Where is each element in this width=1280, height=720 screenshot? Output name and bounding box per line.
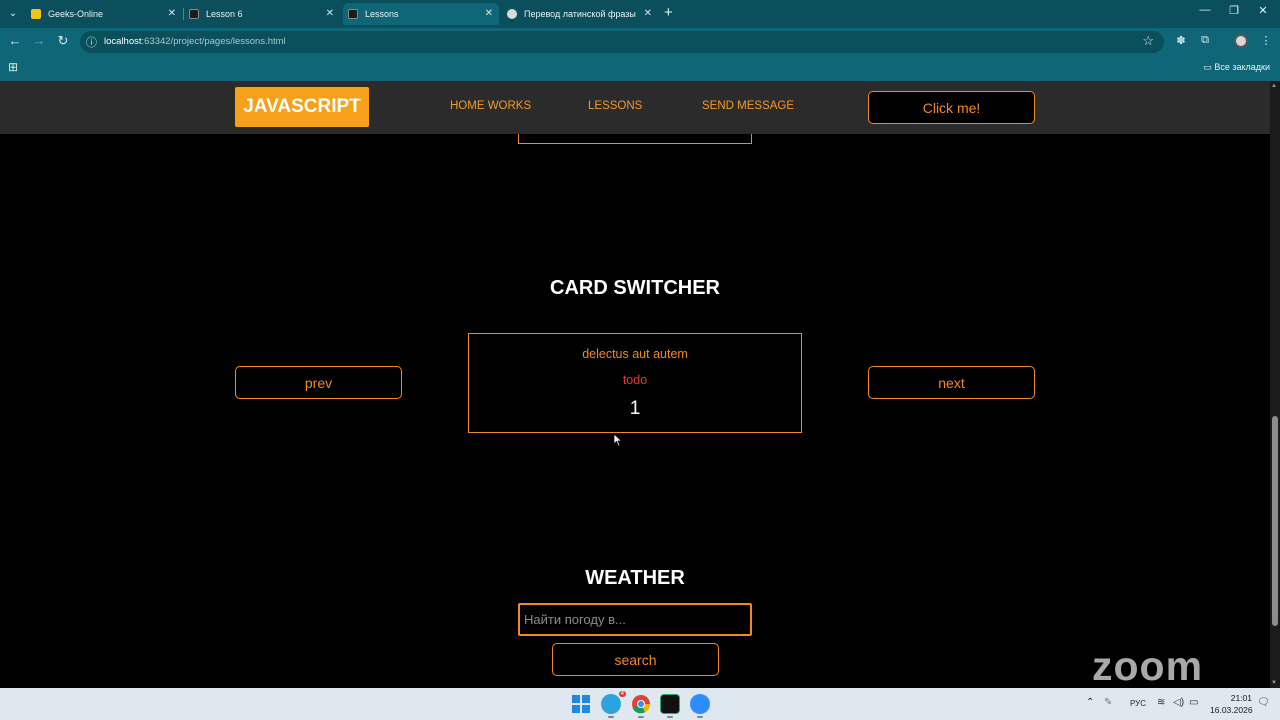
running-indicator — [667, 716, 673, 718]
zoom-app-icon[interactable] — [690, 694, 710, 714]
language-indicator[interactable]: РУС — [1130, 699, 1146, 708]
all-bookmarks-button[interactable]: ▭ Все закладки — [1203, 62, 1270, 73]
previous-section-box — [518, 134, 752, 144]
site-info-icon[interactable]: ⓘ — [86, 34, 97, 50]
all-bookmarks-label: Все закладки — [1214, 62, 1270, 72]
page-viewport: JAVASCRIPT HOME WORKS LESSONS SEND MESSA… — [0, 81, 1270, 688]
clock-time: 21:01 — [1230, 693, 1252, 703]
weather-title: WEATHER — [585, 567, 685, 589]
scroll-down-icon[interactable]: ▼ — [1271, 680, 1277, 686]
system-clock[interactable]: 21:01 16.03.2026 — [1210, 692, 1253, 716]
webstorm-favicon-icon — [348, 9, 358, 19]
running-indicator — [608, 716, 614, 718]
telegram-icon[interactable]: 4 — [601, 691, 626, 714]
close-window-icon[interactable]: ✕ — [1248, 4, 1278, 17]
menu-kebab-icon[interactable]: ⋮ — [1258, 34, 1274, 47]
zoom-watermark: zoom — [1092, 643, 1204, 688]
windows-taskbar: 4 ⌃ ✎ РУС ≋ ◁) ▭ 21:01 16.03.2026 🗨 — [0, 688, 1280, 720]
site-header: JAVASCRIPT HOME WORKS LESSONS SEND MESSA… — [0, 81, 1270, 134]
url-text: localhost:63342/project/pages/lessons.ht… — [104, 36, 286, 47]
close-icon[interactable]: ✕ — [168, 3, 176, 25]
reload-icon[interactable]: ↻ — [54, 33, 72, 49]
back-icon[interactable]: ← — [6, 33, 24, 48]
click-me-button[interactable]: Click me! — [868, 91, 1035, 124]
site-logo[interactable]: JAVASCRIPT — [235, 87, 369, 127]
browser-chrome: ⌄ Geeks-Online ✕ Lesson 6 ✕ Lessons ✕ Пе… — [0, 0, 1280, 81]
apps-grid-icon[interactable]: ⊞ — [8, 60, 18, 74]
forward-icon[interactable]: → — [30, 33, 48, 48]
webstorm-favicon-icon — [189, 9, 199, 19]
weather-search-input[interactable] — [518, 603, 752, 636]
scrollbar-thumb[interactable] — [1272, 416, 1278, 626]
tab-translate[interactable]: Перевод латинской фразы ✕ — [502, 3, 658, 25]
tab-strip: ⌄ Geeks-Online ✕ Lesson 6 ✕ Lessons ✕ Пе… — [0, 0, 1280, 28]
windows-start-icon[interactable] — [571, 694, 591, 714]
card-title: delectus aut autem — [582, 347, 688, 361]
next-button[interactable]: next — [868, 366, 1035, 399]
profile-avatar[interactable] — [1234, 34, 1248, 48]
tab-title: Перевод латинской фразы — [524, 9, 636, 19]
chrome-icon[interactable] — [631, 694, 651, 714]
running-indicator — [697, 716, 703, 718]
telegram-badge: 4 — [618, 691, 626, 697]
nav-home-works[interactable]: HOME WORKS — [450, 100, 531, 112]
weather-search-button[interactable]: search — [552, 643, 719, 676]
tab-lessons[interactable]: Lessons ✕ — [343, 3, 499, 25]
todo-card: delectus aut autem todo 1 — [468, 333, 802, 433]
page-scrollbar[interactable]: ▲ ▼ — [1270, 81, 1280, 688]
tab-title: Lesson 6 — [206, 9, 243, 19]
mouse-cursor-icon — [613, 433, 623, 447]
notifications-icon[interactable]: 🗨 — [1257, 697, 1270, 708]
wifi-icon[interactable]: ≋ — [1157, 697, 1165, 708]
tab-title: Lessons — [365, 9, 399, 19]
pen-icon[interactable]: ✎ — [1104, 697, 1112, 708]
close-icon[interactable]: ✕ — [485, 3, 493, 25]
bookmarks-bar: ⊞ ▭ Все закладки — [0, 56, 1280, 81]
extension-icon[interactable]: ✽ — [1173, 34, 1189, 47]
globe-favicon-icon — [507, 9, 517, 19]
card-id: 1 — [629, 398, 641, 419]
nav-send-message[interactable]: SEND MESSAGE — [702, 100, 794, 112]
geeks-favicon-icon — [31, 9, 41, 19]
card-switcher-title: CARD SWITCHER — [550, 277, 720, 299]
folder-icon: ▭ — [1203, 62, 1212, 72]
new-tab-button[interactable]: + — [664, 4, 673, 21]
address-bar[interactable]: ⓘ localhost:63342/project/pages/lessons.… — [80, 31, 1164, 53]
battery-icon[interactable]: ▭ — [1189, 697, 1198, 708]
scroll-up-icon[interactable]: ▲ — [1271, 83, 1277, 89]
tab-lesson-6[interactable]: Lesson 6 ✕ — [184, 3, 340, 25]
tray-chevron-icon[interactable]: ⌃ — [1086, 697, 1094, 708]
restore-icon[interactable]: ❐ — [1219, 4, 1249, 17]
browser-toolbar: ← → ↻ ⓘ localhost:63342/project/pages/le… — [0, 28, 1280, 56]
bookmark-star-icon[interactable]: ☆ — [1142, 33, 1154, 49]
tab-title: Geeks-Online — [48, 9, 104, 19]
extensions-puzzle-icon[interactable]: ⧉ — [1197, 34, 1213, 47]
close-icon[interactable]: ✕ — [644, 3, 652, 25]
card-status: todo — [622, 373, 648, 387]
running-indicator — [638, 716, 644, 718]
minimize-icon[interactable]: — — [1190, 4, 1220, 16]
webstorm-icon[interactable] — [660, 694, 680, 714]
close-icon[interactable]: ✕ — [326, 3, 334, 25]
prev-button[interactable]: prev — [235, 366, 402, 399]
tab-geeks-online[interactable]: Geeks-Online ✕ — [26, 3, 182, 25]
clock-date: 16.03.2026 — [1210, 705, 1253, 715]
tab-search-button[interactable]: ⌄ — [4, 5, 22, 23]
nav-lessons[interactable]: LESSONS — [588, 100, 642, 112]
volume-icon[interactable]: ◁) — [1173, 697, 1184, 708]
